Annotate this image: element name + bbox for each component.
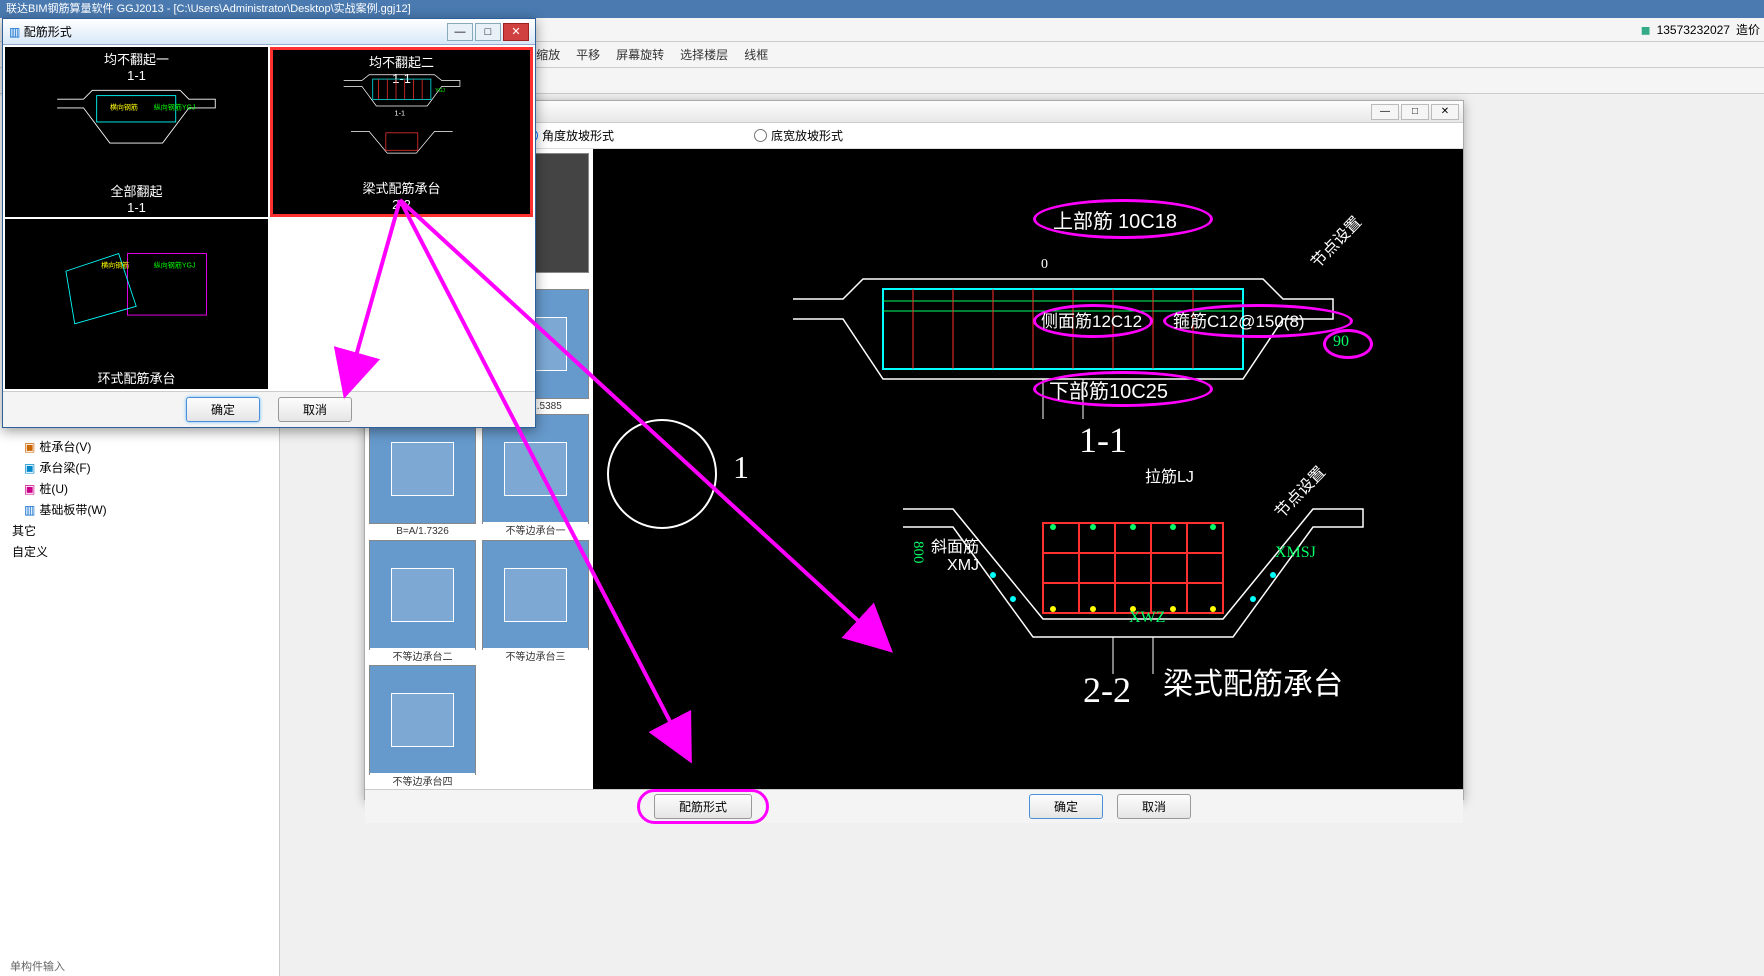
dialog-button-row: 配筋形式 确定 取消 [365,789,1463,823]
ok-button[interactable]: 确定 [1029,794,1103,819]
popup-titlebar[interactable]: ▥ 配筋形式 — □ ✕ [3,19,535,45]
popup-ok-button[interactable]: 确定 [186,397,260,422]
thumb-unequal-3[interactable]: 不等边承台三 [482,540,589,650]
popup-close-button[interactable]: ✕ [503,23,529,41]
thumb-unequal-4[interactable]: 不等边承台四 [369,665,476,775]
popup-option-2-selected[interactable]: 均不翻起二1-1 1-1 YGJ 梁式配筋承台2-2 [270,47,533,217]
radio-angle-slope[interactable]: 角度放坡形式 [525,127,614,144]
thumb-unequal-1[interactable]: 不等边承台一 [482,414,589,524]
popup-minimize-button[interactable]: — [447,23,473,41]
thumb-ratio-b[interactable]: B=A/1.7326 [369,414,476,524]
minimize-button[interactable]: — [1371,104,1399,120]
label-slope: 斜面筋XMJ [931,533,979,575]
svg-text:1-1: 1-1 [394,109,404,118]
maximize-button[interactable]: □ [1401,104,1429,120]
popup-option-3[interactable]: 横向钢筋纵向钢筋YGJ 环式配筋承台 [5,219,268,389]
close-button[interactable]: ✕ [1431,104,1459,120]
rebar-form-popup: ▥ 配筋形式 — □ ✕ 均不翻起一1-1 横向钢筋纵向钢筋YGJ 全部翻起1-… [2,18,536,428]
radio-bottom-width-slope[interactable]: 底宽放坡形式 [754,127,843,144]
section-preview: 1 上部筋 10C18 侧面筋12C12 箍筋C12@150(8) 90 下部筋… [593,149,1463,789]
thumb-unequal-2[interactable]: 不等边承台二 [369,540,476,650]
label-zero: 0 [1041,257,1048,273]
label-section-2-2: 2-2 [1083,669,1131,711]
svg-text:横向钢筋: 横向钢筋 [110,103,138,112]
label-bottom-rebar: 下部筋10C25 [1049,375,1168,404]
svg-text:YGJ: YGJ [435,89,445,95]
label-section-1-1: 1-1 [1079,419,1127,461]
label-side-rebar: 侧面筋12C12 [1041,307,1142,332]
cancel-button[interactable]: 取消 [1117,794,1191,819]
label-top-rebar: 上部筋 10C18 [1053,205,1177,234]
user-icon: ◼ [1641,23,1651,37]
svg-text:纵向钢筋YGJ: 纵向钢筋YGJ [154,261,196,270]
label-h800: 800 [909,541,926,564]
tree-node-other[interactable]: 其它 [8,520,275,541]
footer-single-input[interactable]: 单构件输入 [4,956,71,976]
tree-node-pile[interactable]: ▣桩(U) [8,478,275,499]
popup-cancel-button[interactable]: 取消 [278,397,352,422]
circle-marker [607,419,717,529]
tree-node-pile-cap[interactable]: ▣桩承台(V) [8,436,275,457]
section-2-2-svg [893,479,1373,679]
label-stirrup: 箍筋C12@150(8) [1173,307,1305,332]
tree-node-custom[interactable]: 自定义 [8,541,275,562]
label-big-1: 1 [733,449,749,486]
rebar-form-button[interactable]: 配筋形式 [654,794,752,819]
label-xmsj: XMSJ [1275,544,1316,562]
popup-title-text: 配筋形式 [24,23,72,40]
popup-option-empty [270,219,533,389]
tool-zoom[interactable]: 缩放 [532,44,564,65]
tree-node-cap-beam[interactable]: ▣承台梁(F) [8,457,275,478]
user-tail: 造价 [1736,21,1760,38]
popup-icon: ▥ [9,25,20,39]
tool-select-floor[interactable]: 选择楼层 [676,44,732,65]
tree-node-foundation-strip[interactable]: ▥基础板带(W) [8,499,275,520]
svg-text:横向钢筋: 横向钢筋 [101,261,129,270]
label-angle-90: 90 [1333,333,1349,351]
label-tie: 拉筋LJ [1145,463,1194,487]
tool-screen-rotate[interactable]: 屏幕旋转 [612,44,668,65]
user-phone: 13573232027 [1657,23,1730,37]
app-title-bar: 联达BIM钢筋算量软件 GGJ2013 - [C:\Users\Administ… [0,0,1764,18]
label-beam-type-cap: 梁式配筋承台 [1163,659,1343,703]
popup-footer: 确定 取消 [3,391,535,427]
label-xwz: XWZ [1129,609,1165,627]
app-title-text: 联达BIM钢筋算量软件 GGJ2013 - [C:\Users\Administ… [6,3,411,15]
tool-pan[interactable]: 平移 [572,44,604,65]
popup-maximize-button[interactable]: □ [475,23,501,41]
rebar-form-button-highlight: 配筋形式 [637,789,769,824]
tool-wireframe[interactable]: 线框 [740,44,772,65]
popup-option-1[interactable]: 均不翻起一1-1 横向钢筋纵向钢筋YGJ 全部翻起1-1 [5,47,268,217]
svg-text:纵向钢筋YGJ: 纵向钢筋YGJ [154,103,196,112]
